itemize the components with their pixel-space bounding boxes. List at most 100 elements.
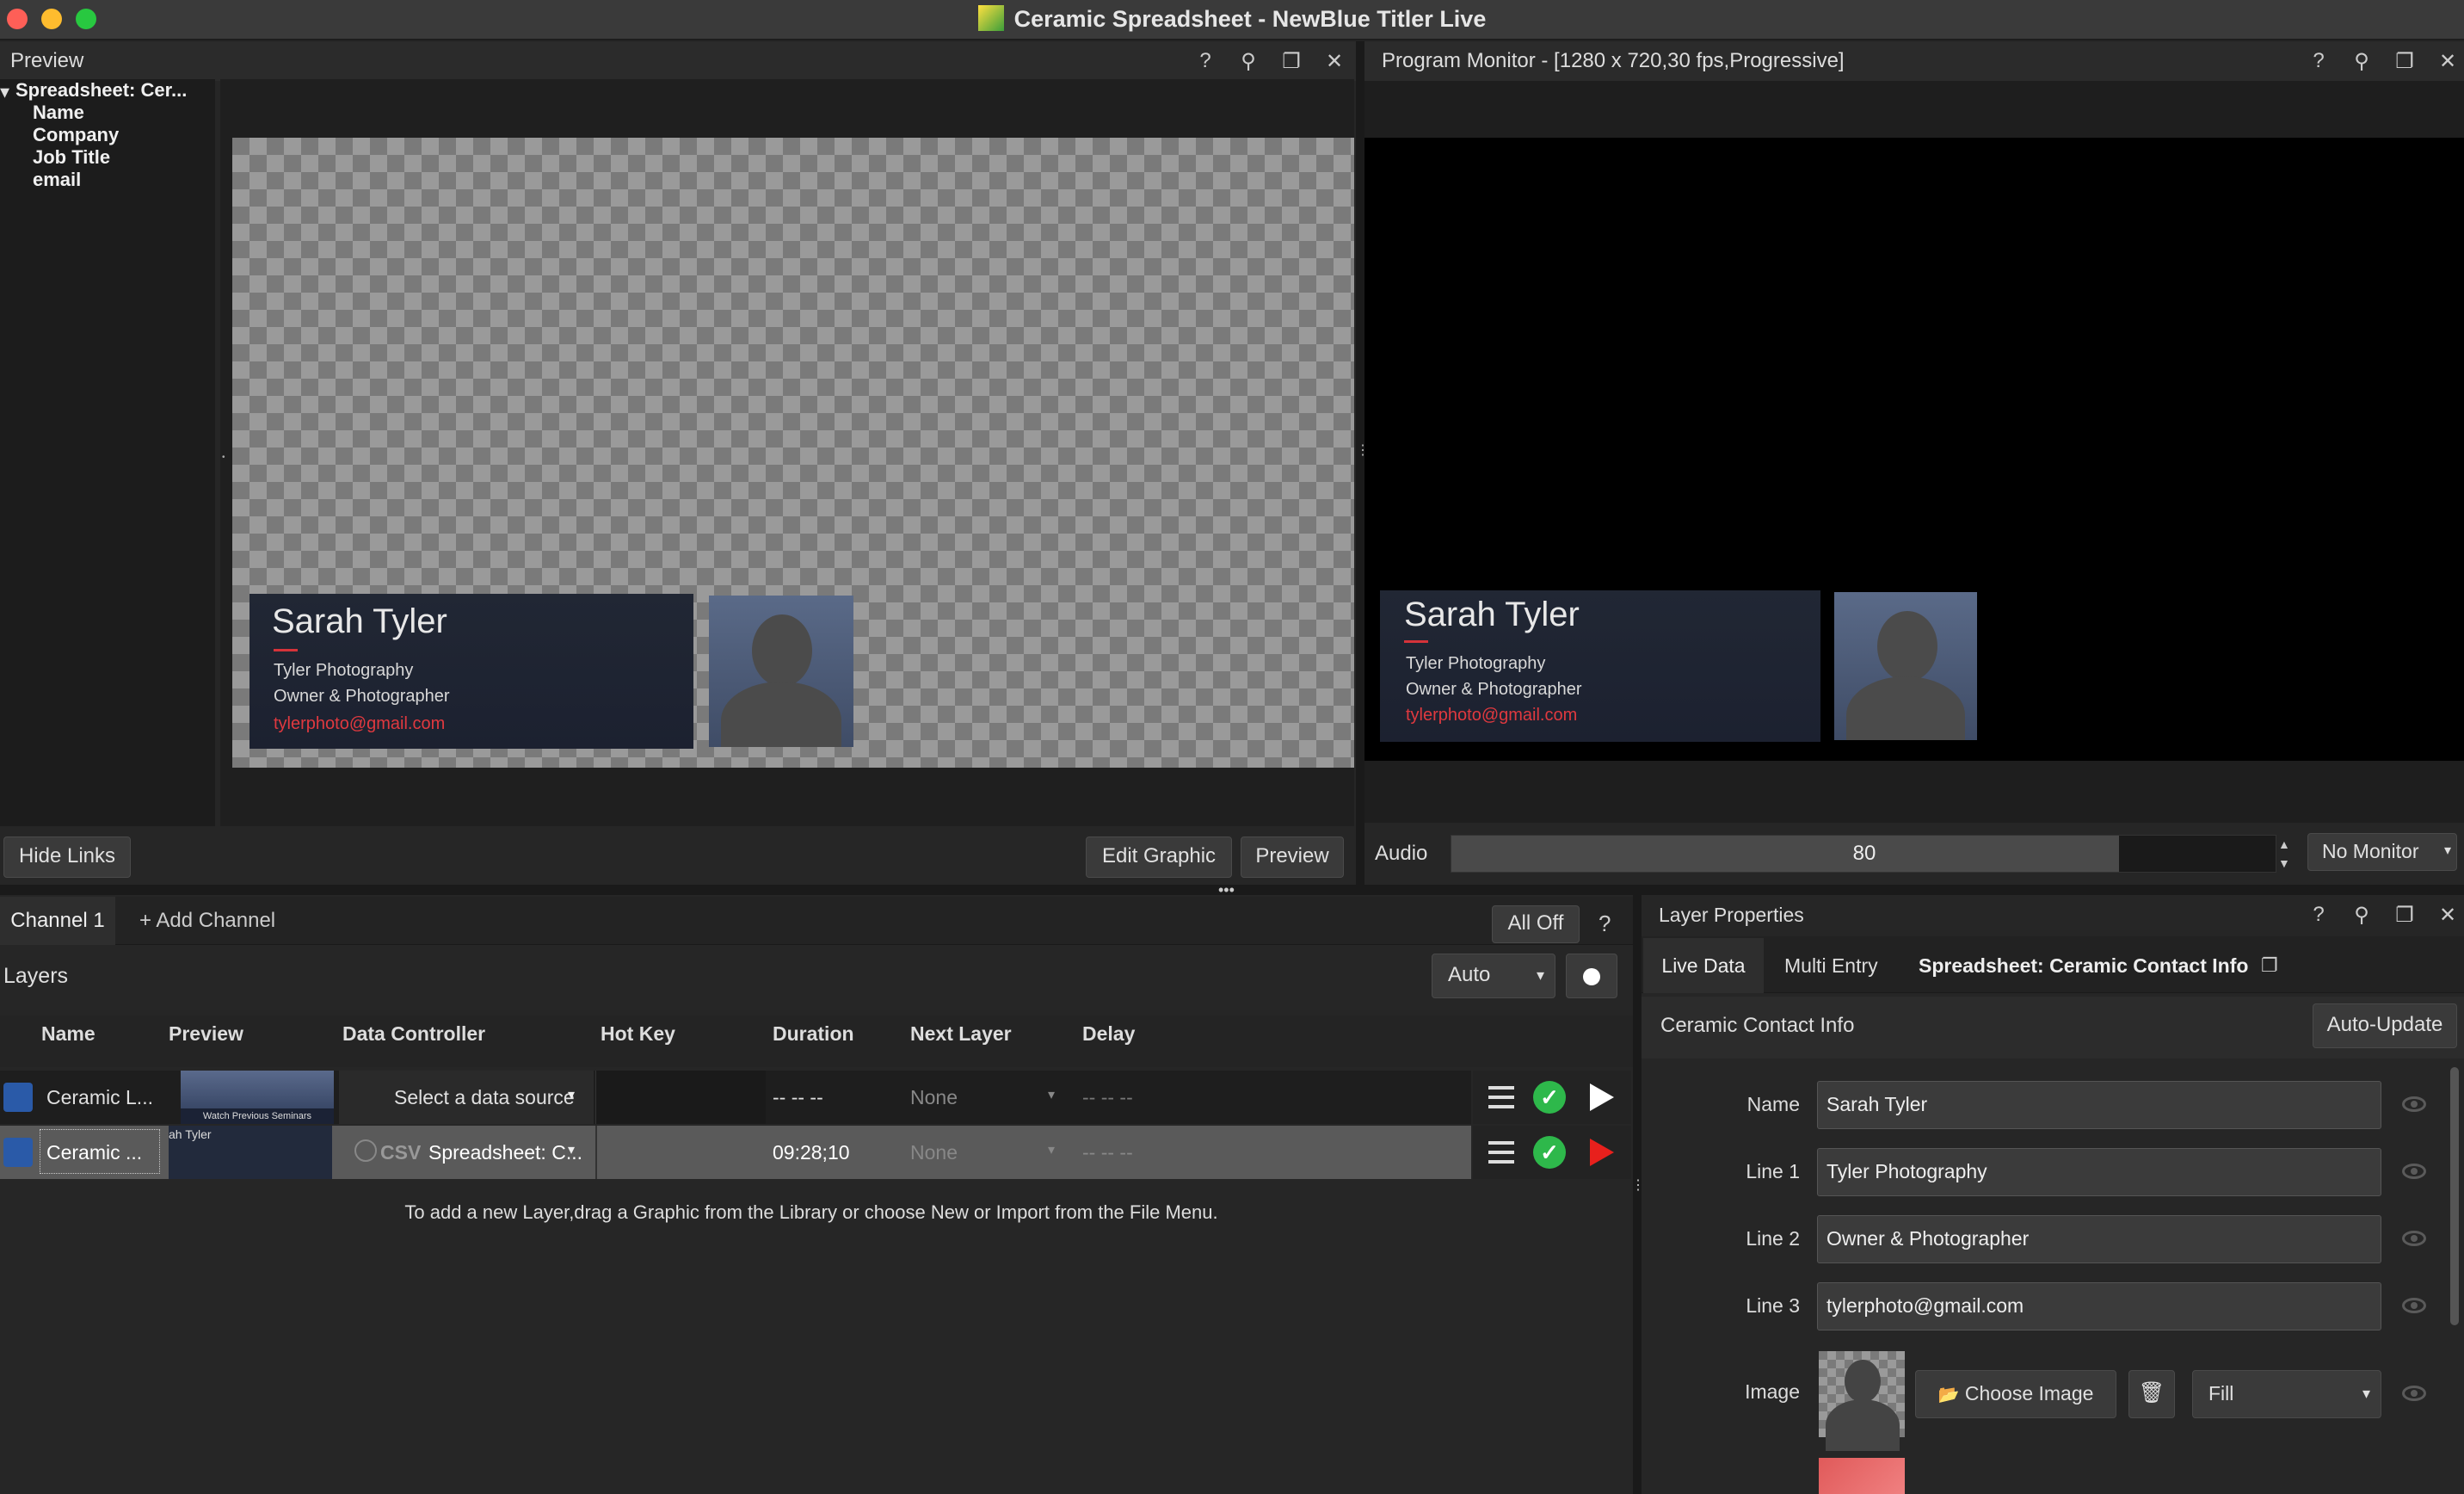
check-icon[interactable]: ✓ [1533, 1081, 1566, 1114]
choose-image-button[interactable]: 📂 Choose Image [1915, 1370, 2116, 1418]
cell-divider [595, 1126, 597, 1179]
col-name[interactable]: Name [41, 1022, 95, 1046]
data-source-select[interactable]: Spreadsheet: C... [428, 1141, 582, 1164]
record-button[interactable] [1566, 954, 1617, 998]
tab-multi-entry[interactable]: Multi Entry [1784, 938, 1878, 993]
chevron-down-icon[interactable]: ▾ [1048, 1086, 1055, 1103]
vertical-splitter[interactable] [1633, 895, 1642, 1494]
thumbnail-caption: Watch Previous Seminars [181, 1108, 334, 1124]
float-window-icon[interactable]: ❐ [1280, 49, 1303, 74]
fill-mode-value: Fill [2208, 1382, 2234, 1404]
check-icon[interactable]: ✓ [1533, 1136, 1566, 1169]
help-icon[interactable]: ? [2307, 903, 2330, 927]
duration-value[interactable]: -- -- -- [773, 1086, 823, 1109]
silhouette-body [1826, 1399, 1900, 1451]
eye-icon[interactable] [2402, 1386, 2426, 1401]
next-layer-select[interactable]: None [910, 1141, 958, 1164]
col-data-controller[interactable]: Data Controller [342, 1022, 485, 1046]
audio-spinner[interactable]: ▲ ▼ [2278, 835, 2290, 873]
lower-third-accent [274, 649, 298, 651]
play-icon[interactable] [1590, 1139, 1614, 1166]
close-icon[interactable]: ✕ [2436, 903, 2459, 928]
tree-collapse-icon[interactable]: ▾ [0, 81, 9, 103]
silhouette-head [752, 614, 812, 687]
data-source-select[interactable]: Select a data source [394, 1086, 575, 1109]
layer-row[interactable]: Ceramic ... ah Tyler CSV Spreadsheet: C.… [0, 1126, 1471, 1179]
help-icon[interactable]: ? [1599, 911, 1611, 937]
col-duration[interactable]: Duration [773, 1022, 854, 1046]
layer-name[interactable]: Ceramic L... [46, 1086, 153, 1109]
duration-value[interactable]: 09:28;10 [773, 1141, 850, 1164]
eye-icon[interactable] [2402, 1231, 2426, 1246]
chevron-down-icon[interactable]: ▾ [568, 1086, 575, 1103]
tree-item-email[interactable]: email [33, 169, 81, 191]
layer-thumbnail[interactable]: ah Tyler [169, 1126, 332, 1179]
tab-channel-1[interactable]: Channel 1 [0, 897, 115, 945]
auto-update-button[interactable]: Auto-Update [2313, 1003, 2457, 1048]
close-icon[interactable]: ✕ [2436, 49, 2459, 74]
layers-title: Layers [3, 964, 69, 988]
lower-third-title: Owner & Photographer [274, 687, 450, 706]
chevron-down-icon[interactable]: ▾ [568, 1141, 575, 1158]
preview-button[interactable]: Preview [1241, 837, 1344, 878]
delay-value[interactable]: -- -- -- [1082, 1141, 1133, 1164]
help-icon[interactable]: ? [2307, 49, 2330, 73]
audio-slider[interactable]: 80 [1451, 835, 2276, 873]
line1-field[interactable]: Tyler Photography [1817, 1148, 2381, 1196]
col-preview[interactable]: Preview [169, 1022, 243, 1046]
monitor-select[interactable]: No Monitor ▾ [2307, 833, 2457, 871]
tab-live-data[interactable]: Live Data [1643, 938, 1764, 993]
eye-icon[interactable] [2402, 1298, 2426, 1313]
col-delay[interactable]: Delay [1082, 1022, 1135, 1046]
program-bottom-bar [1364, 761, 2464, 823]
hide-links-button[interactable]: Hide Links [3, 837, 131, 878]
tab-spreadsheet[interactable]: Spreadsheet: Ceramic Contact Info [1919, 938, 2248, 993]
col-next-layer[interactable]: Next Layer [910, 1022, 1012, 1046]
tree-item-name[interactable]: Name [33, 102, 84, 124]
float-window-icon[interactable]: ❐ [2393, 903, 2416, 928]
pin-icon[interactable]: ⚲ [2350, 903, 2373, 928]
color-swatch[interactable] [1819, 1458, 1905, 1494]
data-tree [0, 79, 215, 826]
image-thumbnail[interactable] [1819, 1351, 1905, 1451]
power-icon[interactable] [354, 1139, 377, 1162]
edit-graphic-button[interactable]: Edit Graphic [1086, 837, 1232, 878]
layer-thumbnail[interactable]: Watch Previous Seminars [181, 1071, 334, 1124]
program-monitor-header: Program Monitor - [1280 x 720,30 fps,Pro… [1364, 41, 2464, 81]
window-title: Ceramic Spreadsheet - NewBlue Titler Liv… [0, 0, 2464, 40]
play-icon[interactable] [1590, 1083, 1614, 1111]
list-icon[interactable] [1488, 1086, 1514, 1108]
line2-field[interactable]: Owner & Photographer [1817, 1215, 2381, 1263]
line3-field[interactable]: tylerphoto@gmail.com [1817, 1282, 2381, 1330]
next-layer-select[interactable]: None [910, 1086, 958, 1109]
hot-key-cell[interactable] [595, 1071, 766, 1124]
pin-icon[interactable]: ⚲ [1237, 49, 1260, 74]
chevron-down-icon[interactable]: ▾ [1048, 1141, 1055, 1158]
tree-root[interactable]: Spreadsheet: Cer... [15, 79, 187, 102]
pin-icon[interactable]: ⚲ [2350, 49, 2373, 74]
mode-select[interactable]: Auto ▾ [1432, 954, 1555, 998]
float-window-icon[interactable]: ❐ [2261, 938, 2278, 993]
layer-row[interactable]: Ceramic L... Watch Previous Seminars Sel… [0, 1071, 1471, 1124]
float-window-icon[interactable]: ❐ [2393, 49, 2416, 74]
eye-icon[interactable] [2402, 1096, 2426, 1112]
splitter-handle[interactable]: • [222, 453, 225, 462]
all-off-button[interactable]: All Off [1492, 905, 1580, 943]
col-hot-key[interactable]: Hot Key [601, 1022, 675, 1046]
tree-item-job-title[interactable]: Job Title [33, 146, 110, 169]
layer-name[interactable]: Ceramic ... [46, 1141, 142, 1164]
delay-value[interactable]: -- -- -- [1082, 1086, 1133, 1109]
name-field[interactable]: Sarah Tyler [1817, 1081, 2381, 1129]
list-icon[interactable] [1488, 1141, 1514, 1164]
vertical-splitter[interactable] [1356, 41, 1364, 885]
add-channel-button[interactable]: + Add Channel [139, 897, 275, 945]
preview-panel-title: Preview [10, 49, 84, 72]
program-lower-third-company: Tyler Photography [1406, 654, 1546, 673]
close-icon[interactable]: ✕ [1323, 49, 1346, 74]
help-icon[interactable]: ? [1194, 49, 1217, 73]
properties-scrollbar[interactable] [2450, 1067, 2459, 1325]
eye-icon[interactable] [2402, 1164, 2426, 1179]
fill-mode-select[interactable]: Fill ▾ [2192, 1370, 2381, 1418]
trash-button[interactable]: 🗑 [2128, 1370, 2175, 1418]
tree-item-company[interactable]: Company [33, 124, 119, 146]
